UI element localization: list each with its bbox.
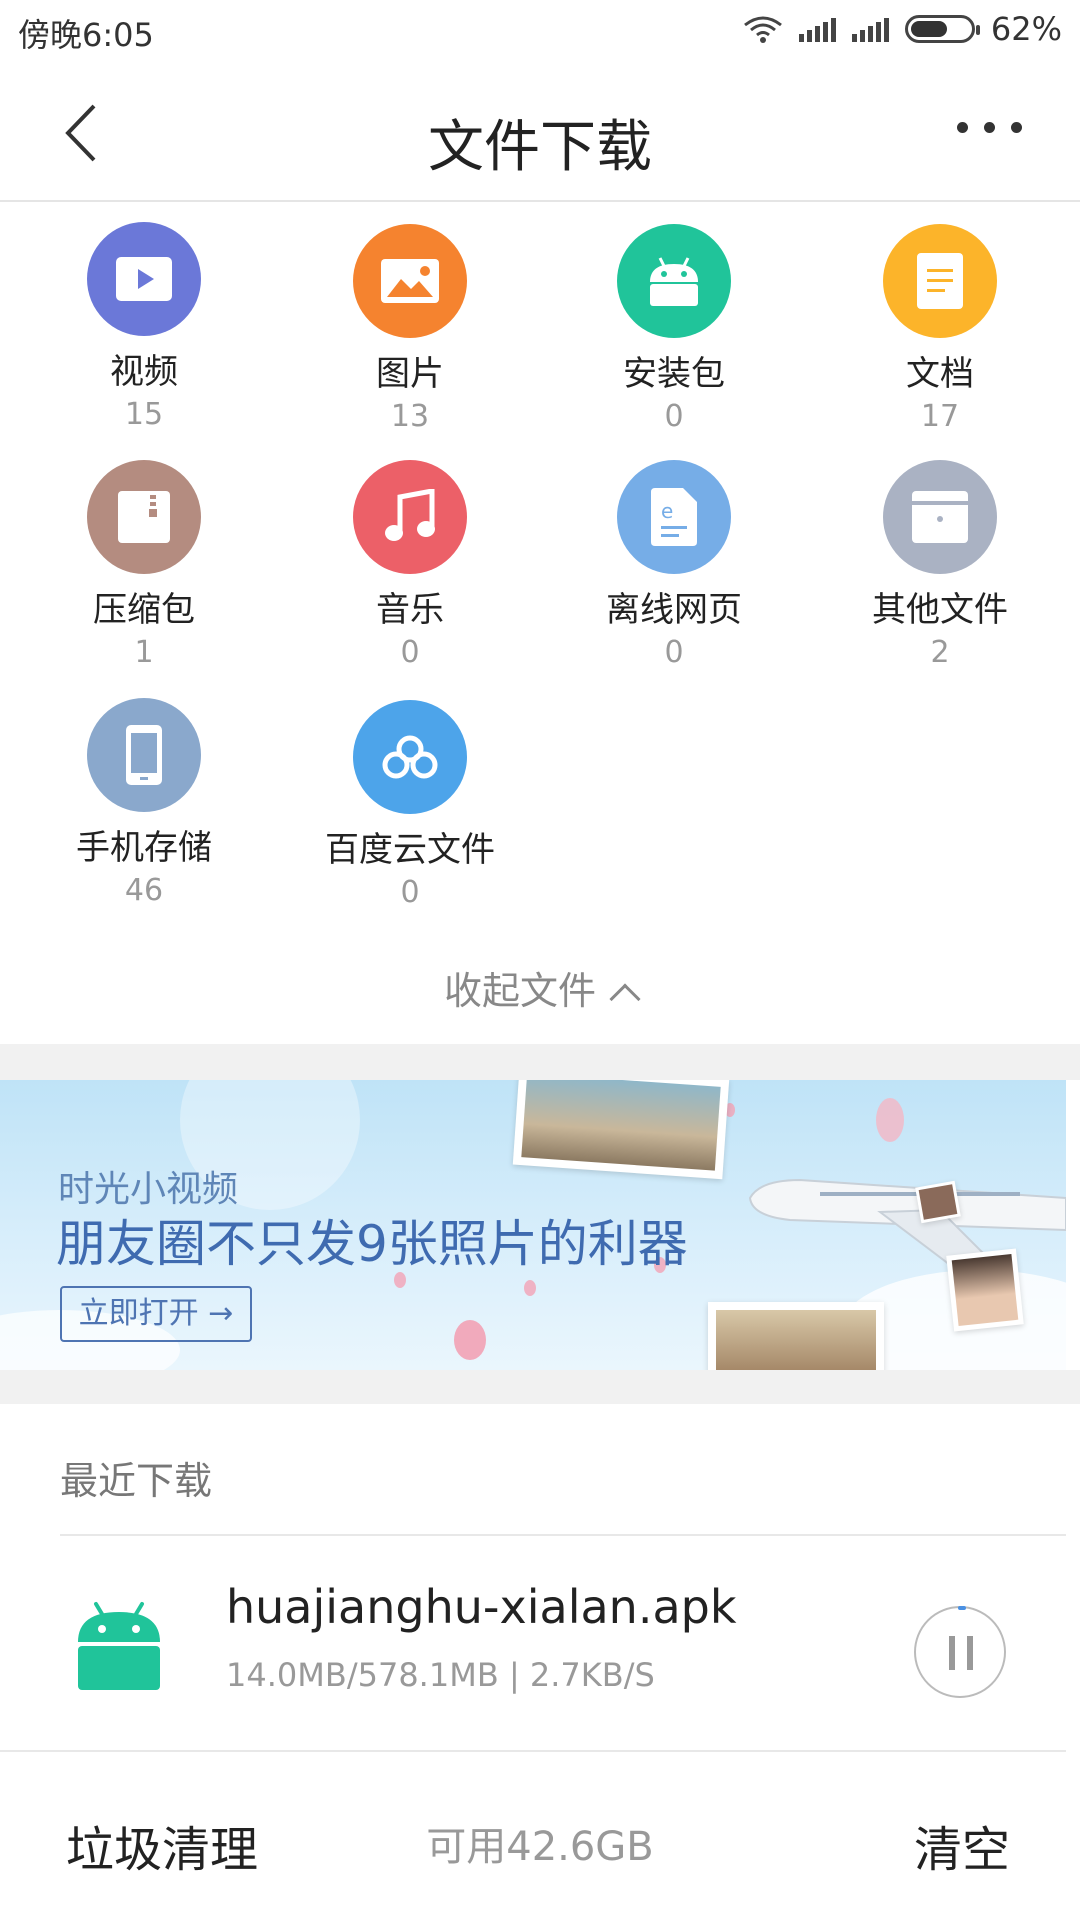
webpage-icon: e (651, 488, 697, 546)
phone-icon (126, 725, 162, 785)
category-circle (353, 460, 467, 574)
category-count: 17 (920, 399, 960, 434)
banner-photo-beach (512, 1080, 730, 1180)
category-phone-storage[interactable]: 手机存储 46 (12, 698, 276, 908)
category-count: 1 (134, 635, 154, 670)
banner-photo-small (915, 1180, 961, 1224)
category-circle (617, 224, 731, 338)
header: 文件下载 (0, 62, 1080, 202)
banner-photo-portrait (946, 1248, 1024, 1332)
category-count: 0 (400, 875, 420, 910)
banner-headline: 朋友圈不只发9张照片的利器 (56, 1215, 688, 1273)
chevron-up-icon (609, 983, 641, 1015)
category-label: 离线网页 (606, 590, 742, 630)
category-label: 其他文件 (872, 590, 1008, 630)
download-progress-text: 14.0MB/578.1MB | 2.7KB/S (226, 1656, 655, 1694)
zip-icon (118, 491, 170, 543)
battery-icon (904, 15, 980, 43)
signal-icon-2 (851, 16, 889, 42)
section-gap (0, 1044, 1080, 1080)
category-circle (87, 698, 201, 812)
status-time: 傍晚6:05 (18, 16, 154, 54)
category-circle (883, 460, 997, 574)
section-gap (0, 1370, 1080, 1404)
category-count: 2 (930, 635, 950, 670)
category-label: 图片 (376, 354, 444, 394)
category-document[interactable]: 文档 17 (808, 224, 1072, 434)
pause-icon-bar (967, 1636, 973, 1670)
signal-icon (798, 16, 836, 42)
recent-downloads-title: 最近下载 (60, 1459, 213, 1503)
cloud-icon (382, 735, 438, 779)
collapse-files-button[interactable]: 收起文件 (0, 960, 1080, 1015)
page-title: 文件下载 (428, 115, 652, 180)
category-webpage[interactable]: e 离线网页 0 (542, 460, 806, 670)
category-circle (87, 222, 201, 336)
category-count: 0 (664, 399, 684, 434)
pause-button[interactable] (914, 1606, 1006, 1698)
pause-icon (949, 1636, 955, 1670)
battery-percent: 62% (990, 10, 1062, 48)
music-icon (385, 489, 435, 541)
category-label: 视频 (110, 352, 178, 392)
category-image[interactable]: 图片 13 (278, 224, 542, 434)
android-icon (78, 1602, 160, 1690)
android-icon (650, 257, 698, 306)
download-item[interactable]: huajianghu-xialan.apk 14.0MB/578.1MB | 2… (0, 1536, 1080, 1748)
download-file-name: huajianghu-xialan.apk (226, 1580, 737, 1634)
other-file-icon (912, 491, 968, 543)
category-video[interactable]: 视频 15 (12, 222, 276, 432)
document-icon (917, 253, 963, 309)
category-count: 0 (664, 635, 684, 670)
category-count: 46 (124, 873, 164, 908)
category-count: 13 (390, 399, 430, 434)
category-circle: e (617, 460, 731, 574)
clear-button[interactable]: 清空 (914, 1810, 1010, 1880)
more-dots-icon (957, 122, 968, 133)
image-icon (381, 259, 439, 303)
status-icons: 62% (743, 10, 1062, 48)
status-bar: 傍晚6:05 62% (0, 0, 1080, 60)
category-count: 0 (400, 635, 420, 670)
wifi-icon (743, 16, 782, 43)
video-icon (116, 257, 172, 301)
category-label: 手机存储 (76, 828, 212, 868)
category-count: 15 (124, 397, 164, 432)
category-label: 安装包 (623, 354, 725, 394)
svg-text:e: e (661, 499, 673, 523)
category-label: 百度云文件 (325, 830, 495, 870)
category-circle (883, 224, 997, 338)
bottom-bar: 垃圾清理 可用42.6GB 清空 (0, 1752, 1080, 1920)
category-circle (353, 700, 467, 814)
category-other[interactable]: 其他文件 2 (808, 460, 1072, 670)
banner-open-button[interactable]: 立即打开 → (60, 1286, 252, 1342)
collapse-label: 收起文件 (443, 969, 596, 1013)
category-circle (353, 224, 467, 338)
category-baidu-cloud[interactable]: 百度云文件 0 (278, 700, 542, 910)
banner-photo-cat (708, 1302, 884, 1370)
progress-arc (958, 1606, 966, 1610)
category-label: 文档 (906, 354, 974, 394)
category-circle (87, 460, 201, 574)
category-apk[interactable]: 安装包 0 (542, 224, 806, 434)
category-label: 压缩包 (93, 590, 195, 630)
more-button[interactable] (957, 122, 1022, 133)
category-music[interactable]: 音乐 0 (278, 460, 542, 670)
category-label: 音乐 (376, 590, 444, 630)
category-zip[interactable]: 压缩包 1 (12, 460, 276, 670)
promo-banner[interactable]: 时光小视频 朋友圈不只发9张照片的利器 立即打开 → (0, 1080, 1066, 1370)
